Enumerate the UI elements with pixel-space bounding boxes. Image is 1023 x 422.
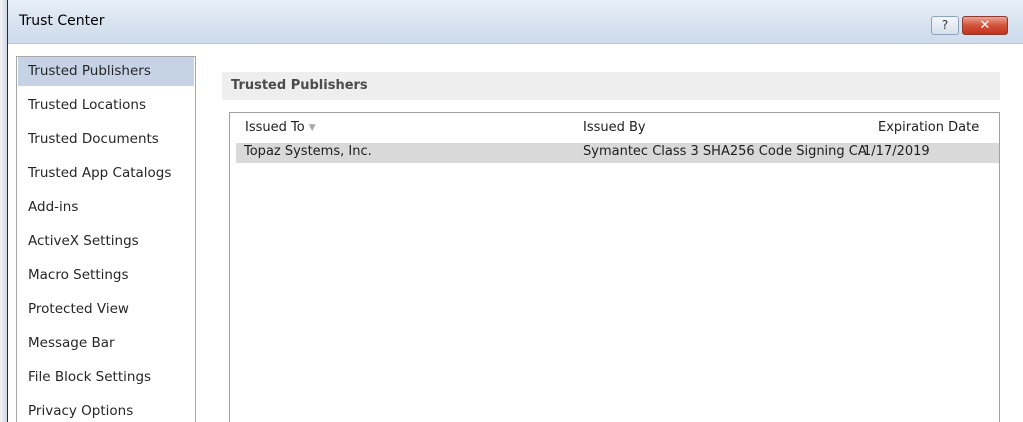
- sort-down-arrow-icon: ▼: [308, 123, 316, 133]
- column-header-label: Expiration Date: [878, 120, 980, 135]
- sidebar-item-trusted-locations[interactable]: Trusted Locations: [18, 91, 194, 120]
- sidebar-item-file-block-settings[interactable]: File Block Settings: [18, 363, 194, 392]
- sidebar-item-protected-view[interactable]: Protected View: [18, 295, 194, 324]
- column-header-issued-to[interactable]: Issued To ▼: [245, 120, 316, 138]
- sidebar-item-label: Trusted Locations: [28, 97, 146, 113]
- sidebar-nav: Trusted Publishers Trusted Locations Tru…: [16, 56, 196, 422]
- sidebar-item-trusted-documents[interactable]: Trusted Documents: [18, 125, 194, 154]
- window-title: Trust Center: [19, 13, 105, 29]
- sidebar-item-label: Trusted App Catalogs: [28, 165, 172, 181]
- sidebar-item-add-ins[interactable]: Add-ins: [18, 193, 194, 222]
- column-header-issued-by[interactable]: Issued By: [583, 120, 646, 138]
- help-icon: ?: [941, 18, 949, 32]
- section-title: Trusted Publishers: [222, 72, 1000, 100]
- close-button[interactable]: ✕: [962, 16, 1008, 35]
- table-row[interactable]: Topaz Systems, Inc. Symantec Class 3 SHA…: [236, 143, 999, 163]
- column-header-label: Issued By: [583, 120, 646, 135]
- cell-expiration-date: 1/17/2019: [863, 144, 930, 159]
- sidebar-item-trusted-publishers[interactable]: Trusted Publishers: [18, 57, 194, 86]
- sidebar-item-label: Add-ins: [28, 199, 79, 215]
- sidebar-item-message-bar[interactable]: Message Bar: [18, 329, 194, 358]
- column-header-label: Issued To: [245, 120, 305, 135]
- sidebar-item-macro-settings[interactable]: Macro Settings: [18, 261, 194, 290]
- column-header-expiration-date[interactable]: Expiration Date: [878, 120, 979, 138]
- close-icon: ✕: [979, 18, 991, 33]
- sidebar-item-label: Trusted Documents: [28, 131, 159, 147]
- help-button[interactable]: ?: [931, 16, 959, 35]
- sidebar-item-label: Macro Settings: [28, 267, 129, 283]
- sidebar-item-label: Trusted Publishers: [28, 63, 151, 79]
- sidebar-item-label: Privacy Options: [28, 403, 134, 419]
- trust-center-dialog: Trust Center ? ✕ Trusted Publishers Trus…: [0, 0, 1023, 422]
- cell-issued-by: Symantec Class 3 SHA256 Code Signing CA: [583, 144, 867, 159]
- sidebar-item-trusted-app-catalogs[interactable]: Trusted App Catalogs: [18, 159, 194, 188]
- title-bar[interactable]: Trust Center ? ✕: [8, 0, 1023, 44]
- window-edge: [0, 0, 8, 422]
- publishers-list[interactable]: Issued To ▼ Issued By Expiration Date Top…: [229, 112, 1000, 422]
- cell-issued-to: Topaz Systems, Inc.: [244, 144, 372, 159]
- sidebar-item-privacy-options[interactable]: Privacy Options: [18, 397, 194, 422]
- sidebar-item-label: File Block Settings: [28, 369, 152, 385]
- sidebar-item-label: Protected View: [28, 301, 129, 317]
- sidebar-item-activex-settings[interactable]: ActiveX Settings: [18, 227, 194, 256]
- sidebar-item-label: Message Bar: [28, 335, 115, 351]
- sidebar-item-label: ActiveX Settings: [28, 233, 139, 249]
